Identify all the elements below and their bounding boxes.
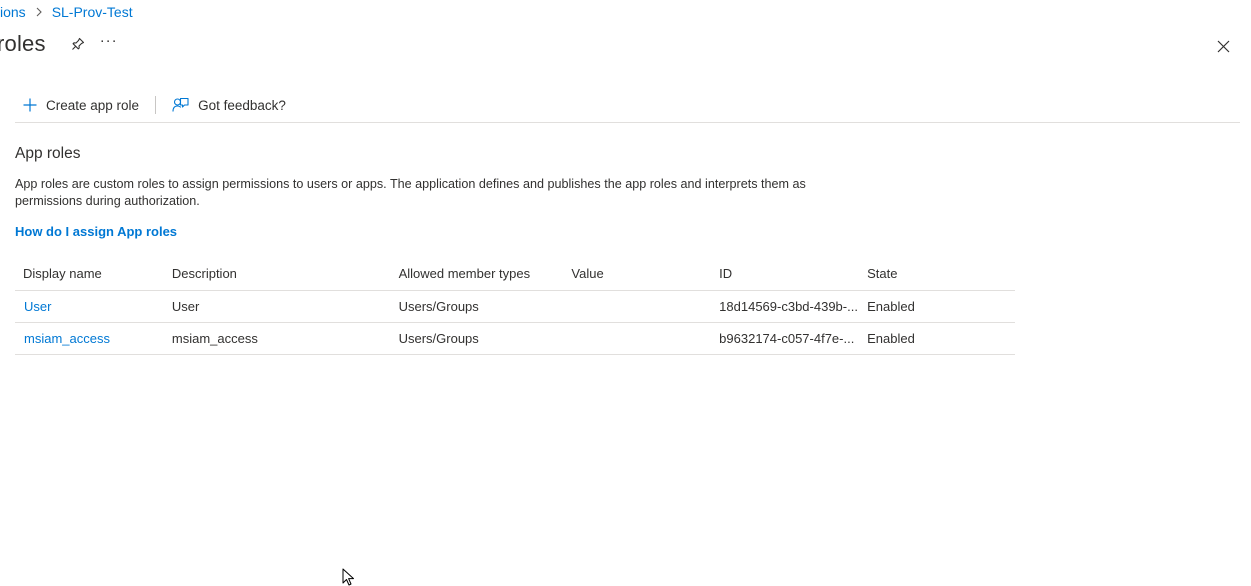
create-app-role-label: Create app role	[46, 97, 140, 113]
table-row[interactable]: msiam_access msiam_access Users/Groups b…	[15, 322, 1015, 355]
close-icon[interactable]	[1214, 37, 1232, 55]
toolbar-divider	[155, 96, 157, 114]
section-description: App roles are custom roles to assign per…	[15, 177, 806, 208]
more-options-button[interactable]: ···	[100, 33, 118, 52]
column-header-description[interactable]: Description	[171, 256, 399, 291]
app-roles-page: ions SL-Prov-Test roles ··· Create app r…	[0, 0, 1251, 586]
role-description: msiam_access	[171, 322, 399, 355]
column-header-value[interactable]: Value	[571, 256, 720, 291]
breadcrumb-item-app[interactable]: SL-Prov-Test	[52, 4, 133, 20]
role-description: User	[171, 290, 399, 323]
role-value	[571, 290, 720, 323]
breadcrumb-item-applications[interactable]: ions	[0, 4, 26, 20]
role-id: 18d14569-c3bd-439b-...	[719, 290, 868, 323]
app-roles-table: Display name Description Allowed member …	[15, 256, 1015, 355]
got-feedback-label: Got feedback?	[198, 97, 286, 113]
command-bar: Create app role Got feedback?	[15, 92, 294, 118]
role-id: b9632174-c057-4f7e-...	[719, 322, 868, 355]
section-title: App roles	[15, 145, 81, 162]
role-state: Enabled	[867, 290, 1015, 323]
how-to-assign-link[interactable]: How do I assign App roles	[15, 224, 177, 239]
role-display-name-link[interactable]: msiam_access	[15, 322, 172, 355]
feedback-icon	[172, 97, 189, 113]
column-header-allowed-member-types[interactable]: Allowed member types	[398, 256, 572, 291]
role-display-name-link[interactable]: User	[15, 290, 172, 323]
column-header-state[interactable]: State	[867, 256, 1015, 291]
role-state: Enabled	[867, 322, 1015, 355]
role-member-types: Users/Groups	[398, 290, 572, 323]
table-header-row: Display name Description Allowed member …	[15, 256, 1015, 291]
got-feedback-button[interactable]: Got feedback?	[164, 92, 294, 118]
create-app-role-button[interactable]: Create app role	[15, 92, 147, 118]
role-member-types: Users/Groups	[398, 322, 572, 355]
column-header-display-name[interactable]: Display name	[15, 256, 172, 291]
toolbar-separator	[15, 122, 1240, 123]
page-title: roles	[0, 31, 46, 56]
column-header-id[interactable]: ID	[719, 256, 868, 291]
plus-icon	[23, 98, 37, 112]
breadcrumb: ions SL-Prov-Test	[0, 4, 133, 20]
title-row: roles ···	[0, 31, 118, 57]
mouse-pointer-icon	[342, 568, 356, 586]
pin-icon[interactable]	[68, 34, 88, 54]
chevron-right-icon	[35, 7, 43, 17]
role-value	[571, 322, 720, 355]
table-row[interactable]: User User Users/Groups 18d14569-c3bd-439…	[15, 290, 1015, 323]
